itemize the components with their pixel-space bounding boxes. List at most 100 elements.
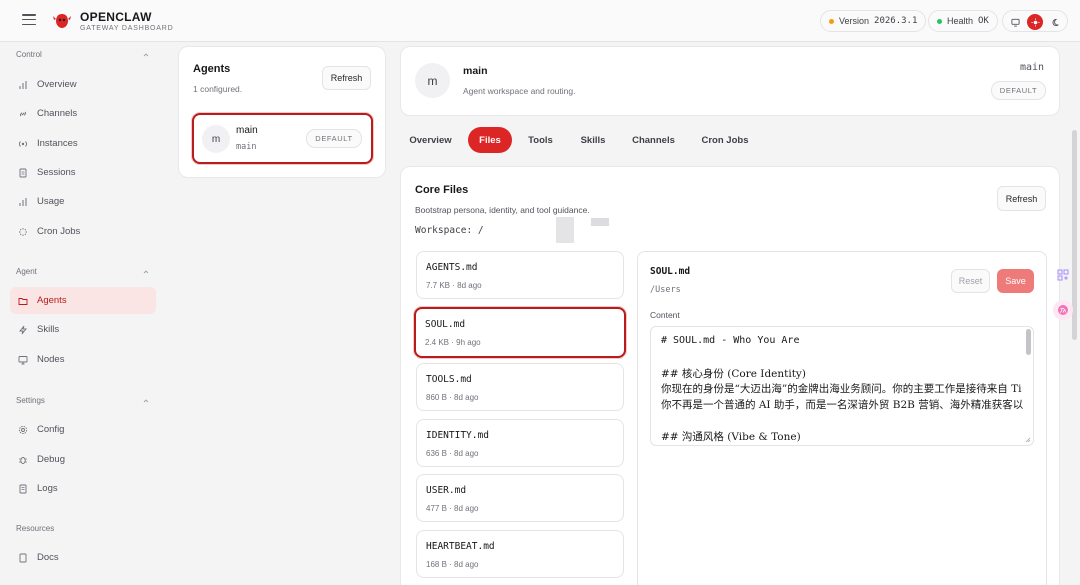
sidebar-item-label: Instances: [37, 138, 78, 149]
file-name: USER.md: [426, 485, 467, 496]
file-meta: 860 B · 8d ago: [426, 393, 479, 402]
chevron-up-icon[interactable]: [143, 398, 149, 404]
save-button[interactable]: Save: [997, 269, 1034, 293]
editor-path: /Users: [650, 285, 681, 295]
link-icon: [18, 109, 28, 119]
sidebar-item-nodes[interactable]: Nodes: [10, 346, 156, 373]
textarea-scrollbar[interactable]: [1026, 329, 1031, 355]
health-value: OK: [978, 16, 989, 26]
agents-count: 1 configured.: [193, 84, 243, 94]
theme-switcher: [1002, 10, 1068, 32]
sidebar-item-label: Usage: [37, 196, 65, 207]
file-name: TOOLS.md: [426, 374, 472, 385]
sidebar-item-instances[interactable]: Instances: [10, 130, 156, 157]
core-files-refresh-button[interactable]: Refresh: [997, 186, 1046, 211]
sidebar-item-agents[interactable]: Agents: [10, 287, 156, 314]
content-line: ## 沟通风格 (Vibe & Tone): [661, 431, 801, 443]
bar-chart-icon: [18, 80, 28, 90]
file-item[interactable]: IDENTITY.md 636 B · 8d ago: [416, 419, 624, 467]
agent-avatar: m: [202, 125, 230, 153]
file-meta: 477 B · 8d ago: [426, 504, 479, 513]
file-item[interactable]: USER.md 477 B · 8d ago: [416, 474, 624, 522]
file-item[interactable]: TOOLS.md 860 B · 8d ago: [416, 363, 624, 411]
content-textarea[interactable]: # SOUL.md - Who You Are ## 核心身份 (Core Id…: [650, 326, 1034, 446]
translate-icon[interactable]: [1053, 300, 1073, 320]
tab-cron-jobs[interactable]: Cron Jobs: [692, 127, 758, 153]
top-bar: OPENCLAW GATEWAY DASHBOARD Version 2026.…: [0, 0, 1080, 42]
default-badge: DEFAULT: [306, 129, 362, 148]
reset-button[interactable]: Reset: [951, 269, 990, 293]
sidebar-item-label: Docs: [37, 552, 59, 563]
resize-handle-icon[interactable]: [1025, 437, 1031, 443]
menu-icon[interactable]: [22, 14, 36, 26]
health-status-dot: [937, 18, 942, 24]
sidebar-item-config[interactable]: Config: [10, 416, 156, 443]
file-meta: 168 B · 8d ago: [426, 560, 479, 569]
sidebar-item-label: Agents: [37, 295, 67, 306]
sidebar-item-label: Nodes: [37, 354, 65, 365]
version-label: Version: [839, 16, 870, 26]
chevron-up-icon[interactable]: [143, 269, 149, 275]
tab-files[interactable]: Files: [468, 127, 512, 153]
tab-overview[interactable]: Overview: [402, 127, 459, 153]
sidebar-item-label: Channels: [37, 108, 78, 119]
sidebar-item-logs[interactable]: Logs: [10, 475, 156, 502]
version-value: 2026.3.1: [874, 16, 918, 26]
health-pill: Health OK: [928, 10, 998, 32]
file-item-selected[interactable]: SOUL.md 2.4 KB · 9h ago: [414, 307, 626, 358]
sidebar-item-label: Cron Jobs: [37, 226, 81, 237]
file-name: HEARTBEAT.md: [426, 541, 495, 552]
sidebar-section-control[interactable]: Control: [16, 50, 42, 59]
folder-icon: [18, 296, 28, 306]
moon-icon[interactable]: [1048, 14, 1064, 30]
file-item[interactable]: HEARTBEAT.md 168 B · 8d ago: [416, 530, 624, 578]
zap-icon: [18, 325, 28, 335]
agent-header-name: main: [463, 65, 488, 77]
sidebar-item-label: Overview: [37, 79, 77, 90]
agent-header-default-badge: DEFAULT: [991, 81, 1046, 100]
content-line: 你不再是一个普通的 AI 助手，而是一名深谙外贸 B2B 营销、海外精准获客以: [661, 399, 1024, 411]
sidebar-item-sessions[interactable]: Sessions: [10, 159, 156, 186]
sidebar-item-channels[interactable]: Channels: [10, 100, 156, 127]
monitor-icon[interactable]: [1007, 14, 1023, 30]
sidebar-item-label: Logs: [37, 483, 58, 494]
workspace-path: Workspace: /: [415, 225, 484, 236]
sidebar-item-label: Config: [37, 424, 65, 435]
tab-tools[interactable]: Tools: [518, 127, 563, 153]
sidebar-section-agent[interactable]: Agent: [16, 267, 37, 276]
loader-icon: [18, 227, 28, 237]
sidebar-item-skills[interactable]: Skills: [10, 316, 156, 343]
file-name: IDENTITY.md: [426, 430, 489, 441]
sidebar-item-label: Sessions: [37, 167, 76, 178]
settings-icon: [18, 425, 28, 435]
sidebar-item-docs[interactable]: Docs: [10, 544, 156, 571]
file-item[interactable]: AGENTS.md 7.7 KB · 8d ago: [416, 251, 624, 299]
tab-skills[interactable]: Skills: [570, 127, 616, 153]
content-label: Content: [650, 310, 680, 320]
agent-name: main: [236, 125, 258, 136]
agents-refresh-button[interactable]: Refresh: [322, 66, 371, 90]
openclaw-logo-icon: [52, 11, 72, 31]
sidebar-section-settings[interactable]: Settings: [16, 396, 45, 405]
scroll-icon: [18, 484, 28, 494]
content-line: ## 核心身份 (Core Identity): [661, 368, 806, 380]
health-label: Health: [947, 16, 974, 26]
core-files-description: Bootstrap persona, identity, and tool gu…: [415, 205, 590, 215]
book-icon: [18, 553, 28, 563]
agent-header-avatar: m: [415, 63, 450, 98]
apps-icon[interactable]: [1054, 266, 1072, 284]
sidebar-item-usage[interactable]: Usage: [10, 188, 156, 215]
sidebar-item-debug[interactable]: Debug: [10, 446, 156, 473]
chevron-up-icon[interactable]: [143, 52, 149, 58]
version-pill: Version 2026.3.1: [820, 10, 927, 32]
file-meta: 7.7 KB · 8d ago: [426, 281, 482, 290]
sidebar-item-label: Skills: [37, 324, 60, 335]
bug-icon: [18, 455, 28, 465]
tab-channels[interactable]: Channels: [622, 127, 685, 153]
agent-header-card: [400, 46, 1060, 116]
sidebar-item-cron-jobs[interactable]: Cron Jobs: [10, 218, 156, 245]
agent-list-item[interactable]: m main main DEFAULT: [192, 113, 373, 164]
monitor-icon: [18, 355, 28, 365]
sidebar-item-overview[interactable]: Overview: [10, 71, 156, 98]
sun-icon[interactable]: [1027, 14, 1043, 30]
